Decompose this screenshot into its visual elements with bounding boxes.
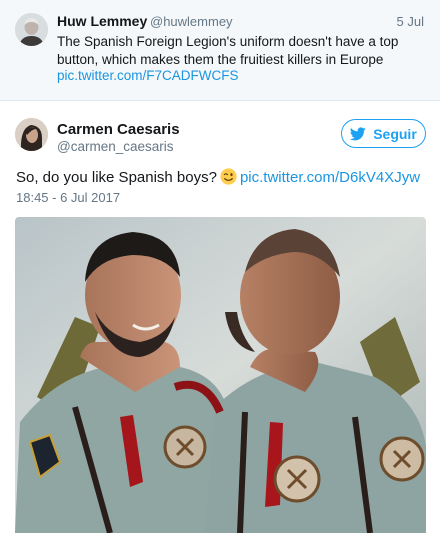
quoted-author-avatar[interactable] xyxy=(15,13,48,46)
author-avatar[interactable] xyxy=(15,118,48,151)
tweet-text-line: So, do you like Spanish boys? pic.twitte… xyxy=(16,168,420,186)
tweet-photo[interactable] xyxy=(15,217,426,533)
quoted-author-handle[interactable]: @huwlemmey xyxy=(150,14,233,29)
follow-button[interactable]: Seguir xyxy=(341,119,426,148)
tweet-text: So, do you like Spanish boys? xyxy=(16,169,217,186)
quoted-author-name[interactable]: Huw Lemmey xyxy=(57,13,147,29)
twitter-bird-icon xyxy=(350,126,366,140)
tweet-timestamp[interactable]: 18:45 - 6 Jul 2017 xyxy=(16,190,120,205)
quoted-tweet-link[interactable]: pic.twitter.com/F7CADFWCFS xyxy=(57,68,239,83)
follow-button-label: Seguir xyxy=(373,125,417,142)
author-name[interactable]: Carmen Caesaris xyxy=(57,121,180,138)
author-handle[interactable]: @carmen_caesaris xyxy=(57,139,174,154)
quoted-tweet-text: The Spanish Foreign Legion's uniform doe… xyxy=(57,34,399,67)
quoted-tweet-date[interactable]: 5 Jul xyxy=(397,14,424,29)
winking-face-emoji xyxy=(220,168,237,185)
quoted-tweet[interactable]: Huw Lemmey @huwlemmey 5 Jul The Spanish … xyxy=(0,0,440,101)
tweet-media-link[interactable]: pic.twitter.com/D6kV4XJyw xyxy=(240,169,420,186)
